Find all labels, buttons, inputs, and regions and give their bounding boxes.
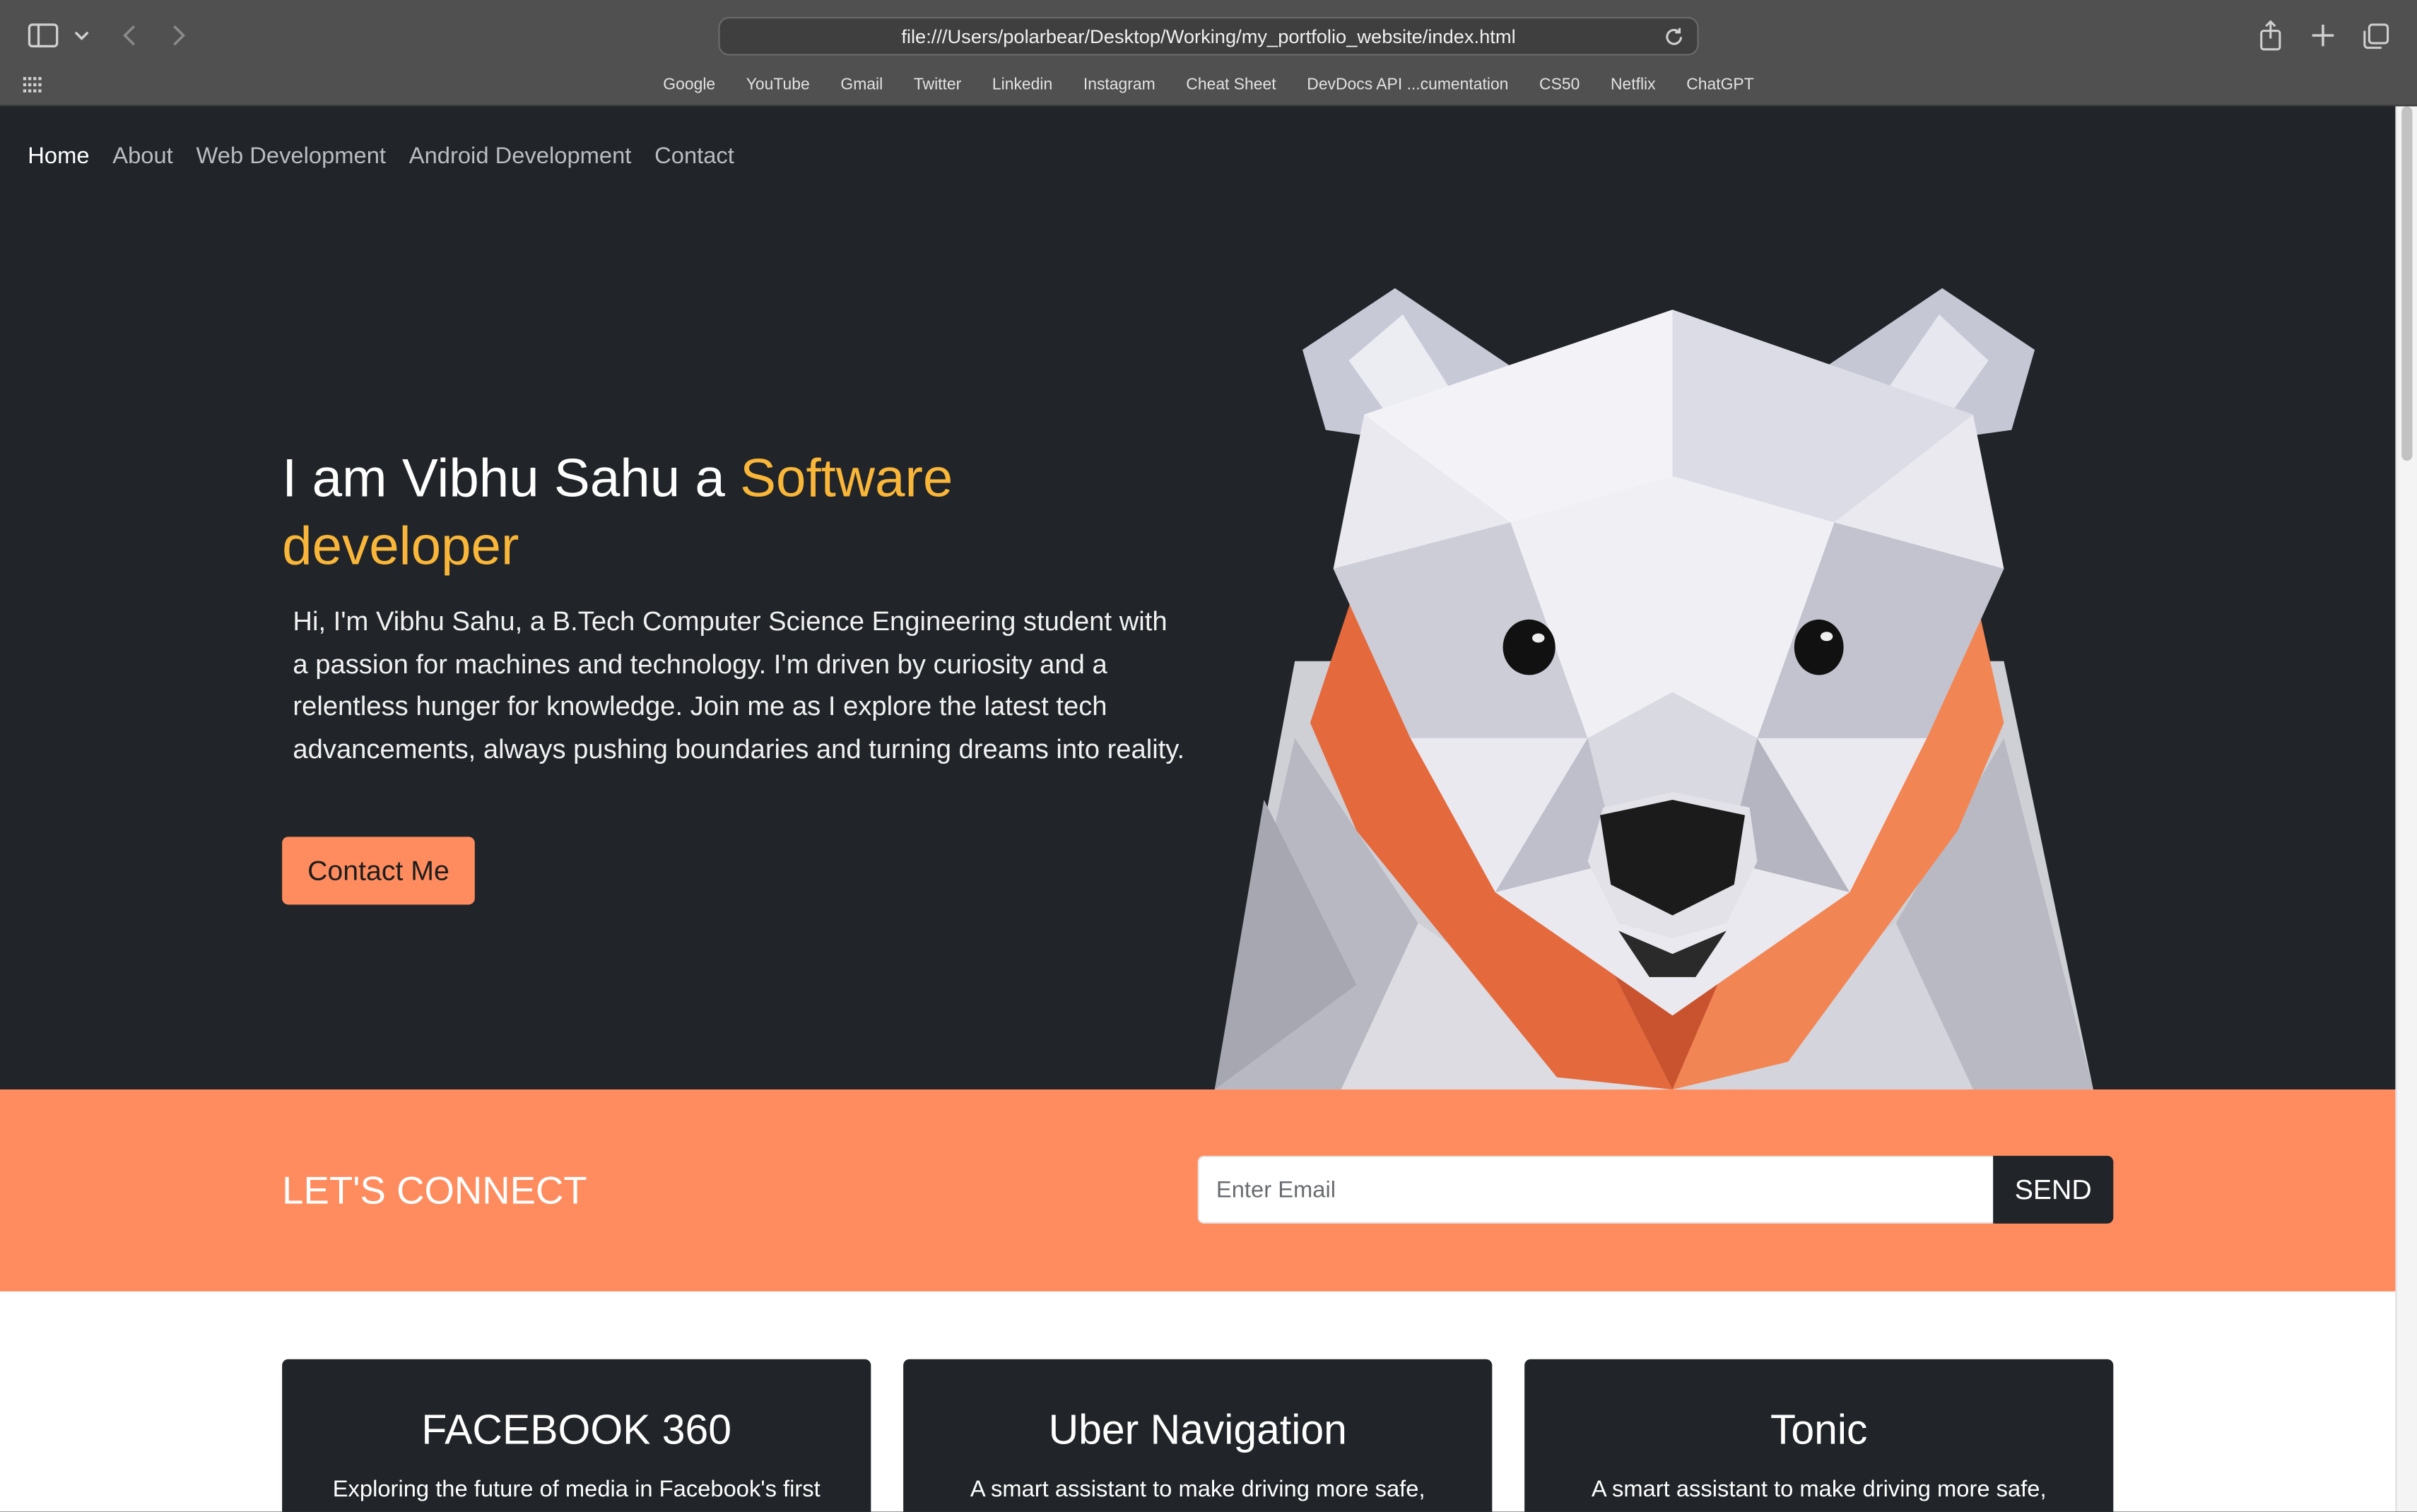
scrollbar-thumb[interactable]	[2401, 106, 2413, 461]
address-bar[interactable]: file:///Users/polarbear/Desktop/Working/…	[718, 16, 1699, 56]
browser-toolbar: file:///Users/polarbear/Desktop/Working/…	[0, 0, 2417, 107]
hero-intro: Hi, I'm Vibhu Sahu, a B.Tech Computer Sc…	[293, 606, 1185, 764]
nav-about[interactable]: About	[112, 143, 173, 170]
share-icon[interactable]	[2257, 18, 2284, 52]
project-title: FACEBOOK 360	[421, 1407, 732, 1453]
bookmark-twitter[interactable]: Twitter	[898, 71, 977, 98]
hero-section: Home About Web Development Android Devel…	[0, 106, 2396, 1090]
project-card-facebook-360[interactable]: FACEBOOK 360 Exploring the future of med…	[282, 1359, 871, 1512]
bookmark-devdocs[interactable]: DevDocs API ...cumentation	[1291, 71, 1524, 98]
url-text[interactable]: file:///Users/polarbear/Desktop/Working/…	[720, 26, 1698, 48]
project-description: A smart assistant to make driving more s…	[970, 1476, 1425, 1503]
connect-section: LET'S CONNECT SEND	[0, 1089, 2396, 1292]
headline-prefix: I am Vibhu Sahu a	[282, 448, 741, 509]
bookmark-chatgpt[interactable]: ChatGPT	[1671, 71, 1769, 98]
origami-bear-image	[1214, 288, 2093, 1090]
back-icon[interactable]	[120, 23, 139, 48]
nav-android-development[interactable]: Android Development	[409, 143, 632, 170]
bookmark-instagram[interactable]: Instagram	[1068, 71, 1170, 98]
project-description: Exploring the future of media in Faceboo…	[332, 1476, 821, 1503]
contact-me-button[interactable]: Contact Me	[282, 837, 475, 905]
bookmark-cheat-sheet[interactable]: Cheat Sheet	[1170, 71, 1291, 98]
nav-contact[interactable]: Contact	[654, 143, 734, 170]
connect-title: LET'S CONNECT	[282, 1169, 587, 1213]
bookmark-linkedin[interactable]: Linkedin	[977, 71, 1068, 98]
send-button[interactable]: SEND	[1993, 1155, 2114, 1224]
project-card-tonic[interactable]: Tonic A smart assistant to make driving …	[1524, 1359, 2114, 1512]
tabs-icon[interactable]	[2361, 22, 2389, 49]
plus-icon[interactable]	[2309, 22, 2336, 49]
project-title: Tonic	[1770, 1407, 1868, 1453]
project-title: Uber Navigation	[1048, 1407, 1347, 1453]
bookmarks-bar: Google YouTube Gmail Twitter Linkedin In…	[0, 71, 2417, 98]
chevron-down-icon[interactable]	[73, 28, 91, 43]
sidebar-icon[interactable]	[28, 23, 59, 48]
hero-headline: I am Vibhu Sahu a Software developer	[282, 445, 1083, 581]
forward-icon[interactable]	[170, 23, 188, 48]
bookmark-google[interactable]: Google	[647, 71, 730, 98]
bookmark-cs50[interactable]: CS50	[1524, 71, 1595, 98]
reload-icon[interactable]	[1662, 25, 1686, 49]
bookmark-youtube[interactable]: YouTube	[731, 71, 825, 98]
bookmark-netflix[interactable]: Netflix	[1595, 71, 1671, 98]
screen: file:///Users/polarbear/Desktop/Working/…	[0, 0, 2417, 1512]
nav-home[interactable]: Home	[28, 143, 89, 170]
top-nav: Home About Web Development Android Devel…	[28, 143, 734, 170]
nav-web-development[interactable]: Web Development	[196, 143, 386, 170]
project-card-uber-navigation[interactable]: Uber Navigation A smart assistant to mak…	[903, 1359, 1493, 1512]
bookmark-gmail[interactable]: Gmail	[825, 71, 898, 98]
email-input[interactable]	[1197, 1155, 1995, 1224]
web-page: Home About Web Development Android Devel…	[0, 106, 2396, 1512]
page-scrollbar[interactable]	[2395, 106, 2417, 1512]
project-description: A smart assistant to make driving more s…	[1591, 1476, 2047, 1503]
